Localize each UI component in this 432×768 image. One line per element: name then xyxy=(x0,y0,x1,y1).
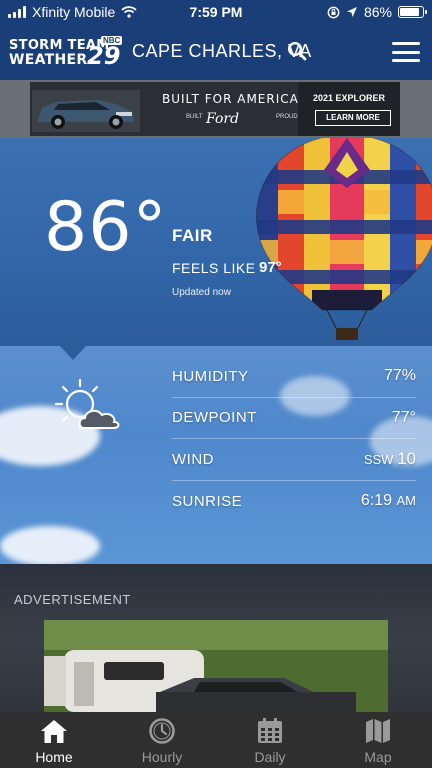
ad-sub-right: PROUD xyxy=(276,114,298,120)
clock-icon xyxy=(149,718,175,744)
station-logo[interactable]: STORM TEAM WEATHER NBC 29 xyxy=(9,36,123,70)
feels-like-value: 97° xyxy=(259,259,282,276)
orientation-lock-icon xyxy=(327,6,340,18)
detail-value: 77° xyxy=(392,409,416,427)
ad-model: 2021 EXPLORER xyxy=(312,93,386,103)
feels-like-label: FEELS LIKE xyxy=(172,260,256,276)
tab-home[interactable]: Home xyxy=(0,712,108,768)
condition-text: FAIR xyxy=(172,226,213,245)
home-icon xyxy=(41,720,67,743)
detail-row-dewpoint: DEWPOINT 77° xyxy=(172,398,416,439)
detail-value-main: 6:19 xyxy=(360,492,397,510)
detail-label: DEWPOINT xyxy=(172,409,257,427)
map-icon xyxy=(366,719,390,743)
detail-label: HUMIDITY xyxy=(172,367,249,385)
detail-value-unit: AM xyxy=(396,493,417,509)
ad-headline: BUILT FOR AMERICA xyxy=(162,92,299,106)
logo-number: 29 xyxy=(87,42,121,70)
detail-row-humidity: HUMIDITY 77% xyxy=(172,356,416,398)
status-bar: Xfinity Mobile 7:59 PM 86% xyxy=(0,0,432,24)
tab-daily-label: Daily xyxy=(254,749,286,765)
location-arrow-icon xyxy=(346,7,357,17)
location-name[interactable]: CAPE CHARLES, VA xyxy=(132,41,312,62)
hamburger-menu-icon[interactable] xyxy=(392,42,420,62)
battery-icon xyxy=(398,6,427,18)
hot-air-balloon-image xyxy=(256,138,432,340)
status-right: 86% xyxy=(327,4,427,20)
detail-value-main: SSW xyxy=(363,452,398,468)
ad-sub-left: BUILT xyxy=(186,114,203,120)
detail-value-main: 77% xyxy=(383,367,416,385)
top-ad-banner[interactable]: BUILT FOR AMERICA BUILT Ford PROUD 2021 … xyxy=(30,82,400,136)
rv-ad-image xyxy=(44,620,388,712)
detail-value: 6:19 AM xyxy=(361,492,416,510)
panel-pointer xyxy=(60,346,86,360)
updated-text: Updated now xyxy=(172,287,231,298)
ad-photo[interactable] xyxy=(44,620,388,712)
tab-map[interactable]: Map xyxy=(324,712,432,768)
ad-learn-more-button[interactable]: LEARN MORE xyxy=(315,110,391,126)
tab-hourly-label: Hourly xyxy=(141,749,183,765)
calendar-icon xyxy=(258,718,282,743)
tab-hourly[interactable]: Hourly xyxy=(108,712,216,768)
detail-row-sunrise: SUNRISE 6:19 AM xyxy=(172,481,416,523)
app-header: STORM TEAM WEATHER NBC 29 CAPE CHARLES, … xyxy=(0,24,432,80)
detail-label: SUNRISE xyxy=(172,492,243,510)
advertisement-label: ADVERTISEMENT xyxy=(14,592,131,607)
detail-value-unit: 10 xyxy=(397,449,416,469)
current-conditions: 86° FAIR FEELS LIKE 97° Updated now xyxy=(0,138,432,346)
advertisement-section: ADVERTISEMENT xyxy=(0,564,432,712)
detail-rows: HUMIDITY 77% DEWPOINT 77° WIND SSW 10 SUNRISE 6… xyxy=(172,356,416,522)
ad-suv-image xyxy=(32,90,140,132)
detail-row-wind: WIND SSW 10 xyxy=(172,439,416,481)
partly-cloudy-icon xyxy=(54,378,120,430)
detail-value-main: 77° xyxy=(391,408,416,426)
detail-label: WIND xyxy=(172,450,214,468)
logo-line2: WEATHER xyxy=(9,52,88,68)
search-icon[interactable] xyxy=(287,41,307,61)
details-panel: HUMIDITY 77% DEWPOINT 77° WIND SSW 10 SUNRISE 6… xyxy=(0,346,432,564)
current-temperature: 86° xyxy=(44,188,168,267)
tab-home-label: Home xyxy=(35,749,73,765)
detail-value: 77% xyxy=(384,367,416,385)
ad-cta-panel: 2021 EXPLORER LEARN MORE xyxy=(298,82,400,136)
tab-daily[interactable]: Daily xyxy=(216,712,324,768)
ad-brand: Ford xyxy=(206,111,240,127)
detail-value: SSW 10 xyxy=(364,449,416,469)
tab-map-label: Map xyxy=(364,749,392,765)
tab-bar: Home Hourly Daily Map xyxy=(0,712,432,768)
cloud-decoration xyxy=(0,526,100,564)
battery-percent: 86% xyxy=(363,4,392,20)
